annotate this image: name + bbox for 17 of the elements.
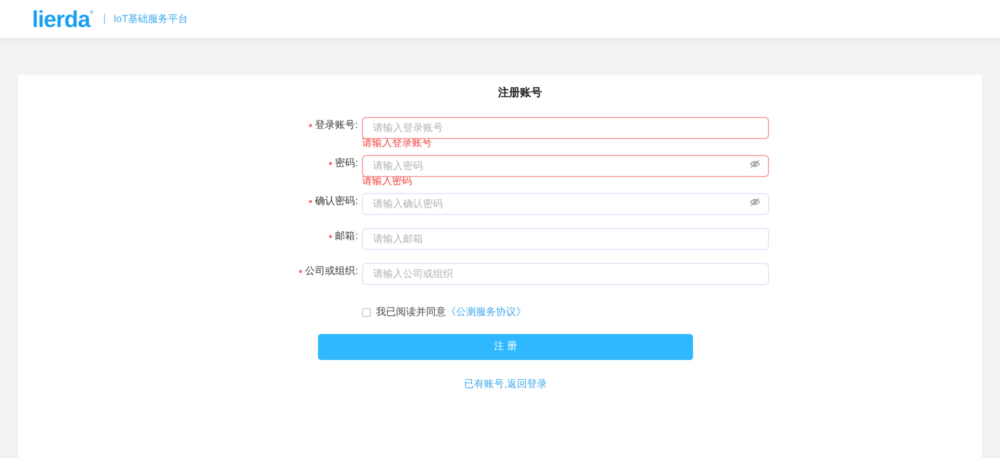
agreement-text: 我已阅读并同意 [376, 306, 446, 320]
eye-off-icon[interactable] [750, 198, 760, 206]
field-label: 公司或组织: [305, 264, 358, 279]
agreement-link[interactable]: 《公测服务协议》 [446, 304, 526, 320]
platform-subtitle: IoT基础服务平台 [114, 12, 188, 26]
back-to-login-link[interactable]: 已有账号,返回登录 [464, 376, 547, 392]
field-label: 登录账号: [315, 118, 358, 133]
input-field[interactable]: 请输入密码 [362, 155, 769, 177]
form-title: 注册账号 [498, 86, 542, 101]
field-label: 确认密码: [315, 194, 358, 209]
logo: lierda [32, 8, 90, 30]
field-label: 邮箱: [335, 230, 358, 244]
register-button[interactable]: 注 册 [318, 334, 693, 360]
field-label: 密码: [335, 156, 358, 171]
agreement-checkbox[interactable] [362, 308, 371, 316]
eye-off-icon[interactable] [750, 160, 760, 168]
input-field[interactable]: 请输入登录账号 [362, 117, 769, 139]
